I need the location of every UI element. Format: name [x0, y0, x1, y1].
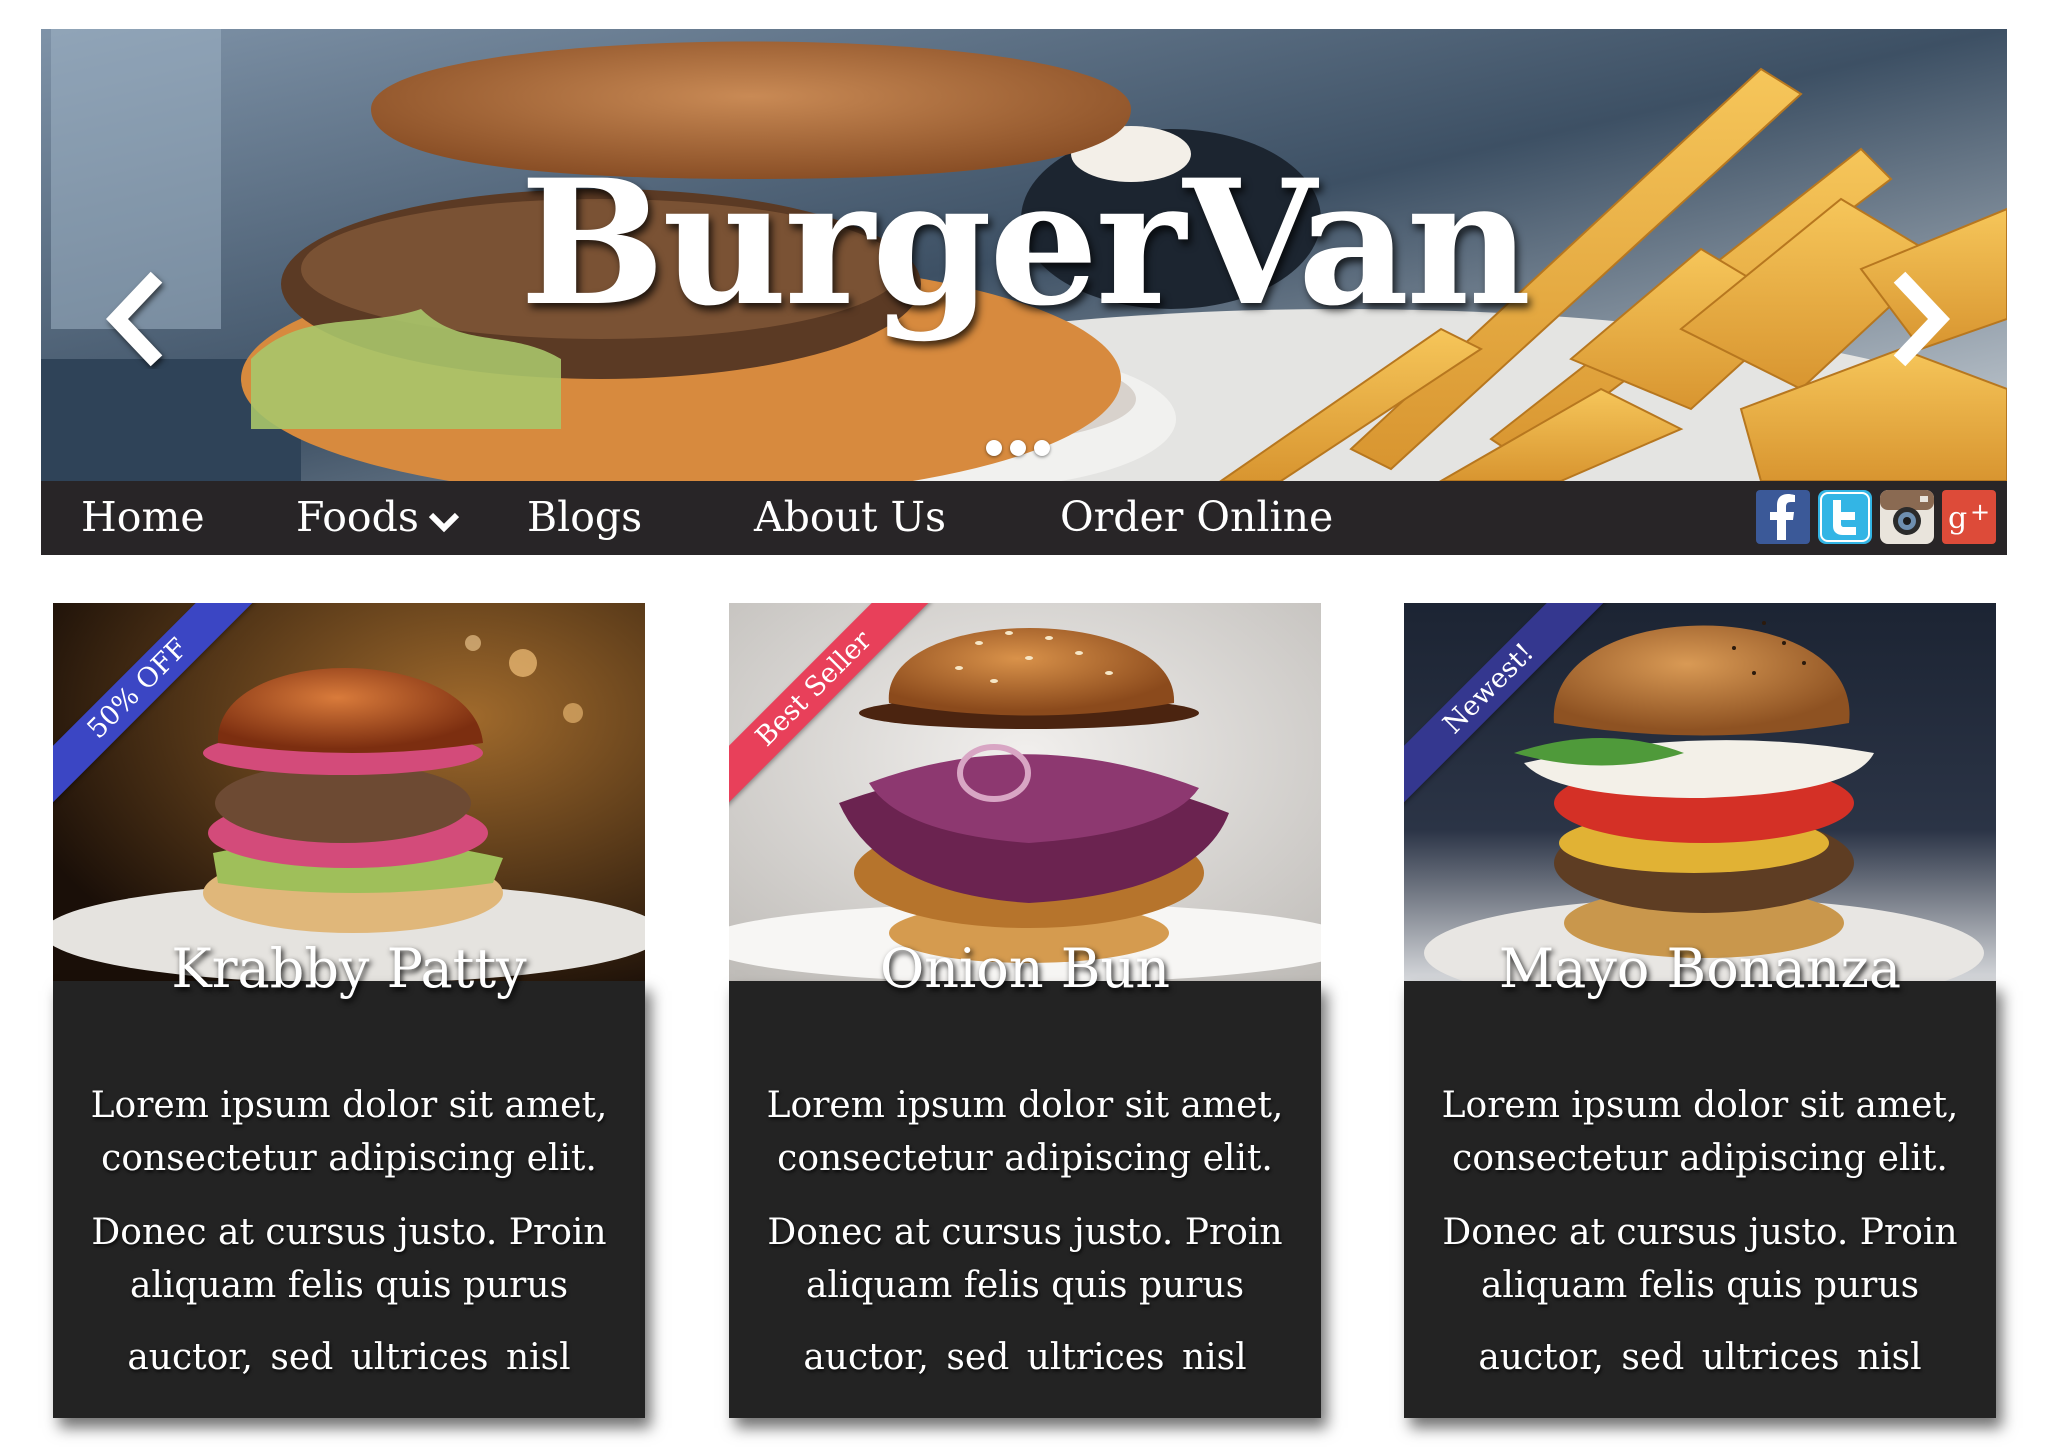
product-card[interactable]: 50% OFF Krabby Patty Lorem ipsum dolor s…	[53, 603, 645, 1418]
slider-dots	[986, 440, 1050, 456]
product-description: Lorem ipsum dolor sit amet, consectetur …	[53, 1079, 645, 1185]
product-description: Lorem ipsum dolor sit amet, consectetur …	[1404, 1079, 1996, 1185]
description-line: auctor, sed ultrices nisl	[803, 1337, 1247, 1378]
description-line: Donec at cursus justo. Proin	[767, 1212, 1283, 1253]
product-description: Lorem ipsum dolor sit amet, consectetur …	[729, 1079, 1321, 1185]
instagram-icon[interactable]	[1880, 490, 1934, 544]
product-description: Donec at cursus justo. Proin aliquam fel…	[729, 1206, 1321, 1312]
slider-dot[interactable]	[1034, 440, 1050, 456]
product-title: Krabby Patty	[171, 937, 527, 1000]
description-line: Donec at cursus justo. Proin	[91, 1212, 607, 1253]
chevron-left-icon	[105, 271, 163, 367]
description-line: consectetur adipiscing elit.	[101, 1138, 597, 1179]
google-plus-icon[interactable]: g +	[1942, 490, 1996, 544]
slider-next-button[interactable]	[1887, 269, 1957, 369]
description-line: consectetur adipiscing elit.	[777, 1138, 1273, 1179]
description-line: consectetur adipiscing elit.	[1452, 1138, 1948, 1179]
main-navbar: Home Foods Blogs About Us Order Online g…	[41, 481, 2007, 555]
card-body: Onion Bun Lorem ipsum dolor sit amet, co…	[729, 939, 1321, 1418]
description-line: Lorem ipsum dolor sit amet,	[766, 1085, 1284, 1126]
product-card[interactable]: Newest! Mayo Bonanza Lorem ipsum dolor s…	[1404, 603, 1996, 1418]
svg-text:g: g	[1948, 501, 1967, 536]
card-body: Krabby Patty Lorem ipsum dolor sit amet,…	[53, 939, 645, 1418]
product-card[interactable]: Best Seller Onion Bun Lorem ipsum dolor …	[729, 603, 1321, 1418]
card-body: Mayo Bonanza Lorem ipsum dolor sit amet,…	[1404, 939, 1996, 1418]
description-line: aliquam felis quis purus	[805, 1265, 1245, 1306]
product-title: Mayo Bonanza	[1498, 937, 1902, 1000]
nav-item-label: Foods	[296, 493, 419, 541]
slider-dot[interactable]	[1010, 440, 1026, 456]
nav-item-about-us[interactable]: About Us	[754, 494, 946, 540]
page: BurgerVan Home Foods Blogs About Us Orde…	[0, 0, 2048, 1447]
product-photo: Best Seller	[729, 603, 1321, 981]
description-line: auctor, sed ultrices nisl	[1478, 1337, 1922, 1378]
hero-brand-title: BurgerVan	[519, 141, 1532, 344]
svg-text:+: +	[1970, 498, 1990, 526]
nav-item-foods[interactable]: Foods	[296, 493, 461, 543]
chevron-right-icon	[1893, 271, 1951, 367]
chevron-down-icon	[427, 498, 461, 543]
description-line: aliquam felis quis purus	[1480, 1265, 1920, 1306]
product-photo: Newest!	[1404, 603, 1996, 981]
product-photo: 50% OFF	[53, 603, 645, 981]
slider-dot[interactable]	[986, 440, 1002, 456]
slider-prev-button[interactable]	[99, 269, 169, 369]
nav-item-blogs[interactable]: Blogs	[527, 494, 642, 540]
hero-slider: BurgerVan	[41, 29, 2007, 481]
description-line: Donec at cursus justo. Proin	[1442, 1212, 1958, 1253]
description-line: Lorem ipsum dolor sit amet,	[1441, 1085, 1959, 1126]
description-line: Lorem ipsum dolor sit amet,	[90, 1085, 608, 1126]
twitter-icon[interactable]	[1818, 490, 1872, 544]
nav-item-home[interactable]: Home	[81, 494, 205, 540]
description-line: auctor, sed ultrices nisl	[127, 1337, 571, 1378]
facebook-icon[interactable]	[1756, 490, 1810, 544]
description-line: aliquam felis quis purus	[129, 1265, 569, 1306]
product-description: Donec at cursus justo. Proin aliquam fel…	[1404, 1206, 1996, 1312]
nav-item-order-online[interactable]: Order Online	[1060, 494, 1333, 540]
product-description: Donec at cursus justo. Proin aliquam fel…	[53, 1206, 645, 1312]
product-title: Onion Bun	[879, 937, 1170, 1000]
